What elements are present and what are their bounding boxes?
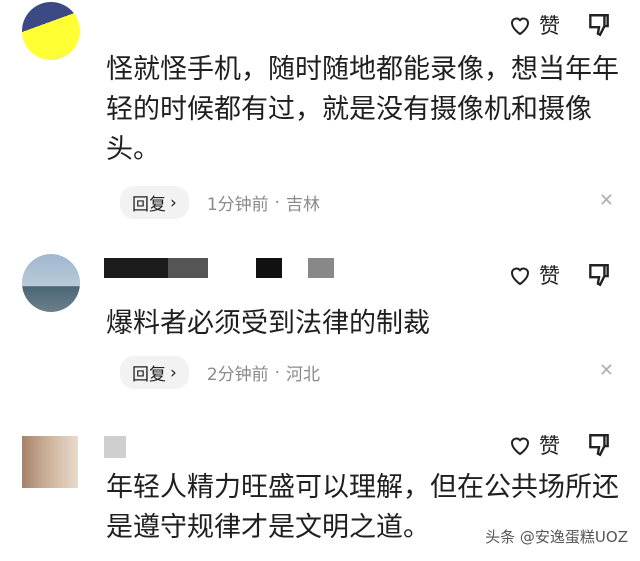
reply-button[interactable]: 回复 › bbox=[120, 356, 189, 389]
close-icon[interactable]: ✕ bbox=[599, 190, 614, 211]
username-redacted bbox=[256, 258, 282, 278]
watermark: 头条 @安逸蛋糕UOZ bbox=[485, 526, 628, 547]
thumbs-down-icon[interactable] bbox=[586, 432, 612, 458]
thumbs-down-icon[interactable] bbox=[586, 262, 612, 288]
comment-item-2: 赞 爆料者必须受到法律的制裁 回复 › 2分钟前 · 河北 ✕ bbox=[0, 240, 640, 410]
like-label: 赞 bbox=[539, 264, 560, 288]
avatar[interactable] bbox=[22, 254, 80, 312]
like-label: 赞 bbox=[539, 14, 560, 38]
username-redacted bbox=[104, 258, 168, 278]
username-redacted bbox=[168, 258, 208, 278]
chevron-right-icon: › bbox=[170, 192, 177, 213]
like-button[interactable]: 赞 bbox=[507, 430, 560, 460]
like-button[interactable]: 赞 bbox=[507, 10, 560, 40]
chevron-right-icon: › bbox=[170, 362, 177, 383]
meta-separator: · bbox=[274, 192, 281, 213]
timestamp: 1分钟前 bbox=[206, 195, 269, 215]
thumbs-up-icon bbox=[510, 437, 530, 456]
thumbs-up-icon bbox=[510, 267, 530, 286]
reply-label: 回复 bbox=[132, 195, 166, 215]
thumbs-down-icon[interactable] bbox=[586, 12, 612, 38]
avatar[interactable] bbox=[22, 436, 78, 488]
thumbs-up-icon bbox=[510, 17, 530, 36]
comment-text: 怪就怪手机，随时随地都能录像，想当年年轻的时候都有过，就是没有摄像机和摄像头。 bbox=[106, 54, 619, 165]
location: 河北 bbox=[286, 365, 321, 385]
username-redacted bbox=[308, 258, 334, 278]
reply-label: 回复 bbox=[132, 365, 166, 385]
comment-item-1: 赞 怪就怪手机，随时随地都能录像，想当年年轻的时候都有过，就是没有摄像机和摄像头… bbox=[0, 0, 640, 230]
meta-separator: · bbox=[274, 362, 281, 383]
location: 吉林 bbox=[286, 195, 321, 215]
reply-button[interactable]: 回复 › bbox=[120, 186, 189, 219]
comment-text: 爆料者必须受到法律的制裁 bbox=[106, 308, 430, 339]
like-label: 赞 bbox=[539, 434, 560, 458]
close-icon[interactable]: ✕ bbox=[599, 360, 614, 381]
timestamp: 2分钟前 bbox=[206, 365, 269, 385]
like-button[interactable]: 赞 bbox=[507, 260, 560, 290]
avatar[interactable] bbox=[22, 2, 80, 60]
comment-meta: 回复 › 1分钟前 · 吉林 bbox=[120, 186, 320, 219]
comment-meta: 回复 › 2分钟前 · 河北 bbox=[120, 356, 320, 389]
username-redacted bbox=[104, 436, 126, 458]
